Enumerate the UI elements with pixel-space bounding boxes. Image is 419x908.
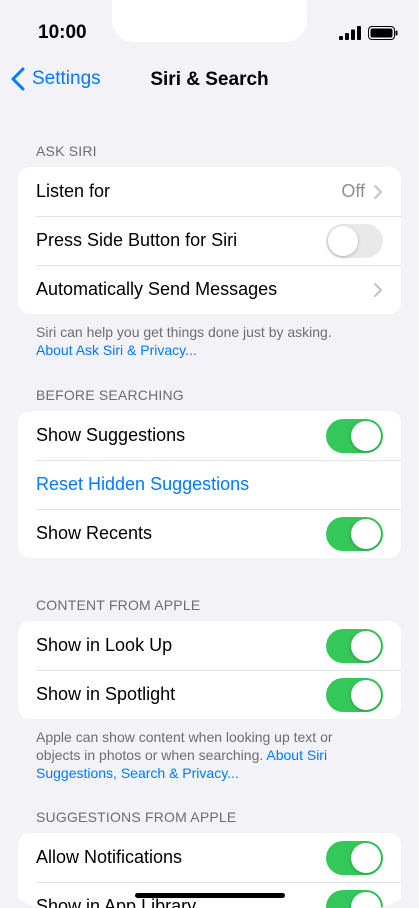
toggle-knob (328, 225, 358, 256)
show-recents-toggle[interactable] (326, 516, 383, 551)
allow-notifications-toggle[interactable] (326, 840, 383, 875)
toggle-knob (351, 679, 381, 710)
listen-for-row[interactable]: Listen for Off (18, 167, 401, 216)
show-recents-row: Show Recents (18, 509, 401, 558)
show-in-look-up-row: Show in Look Up (18, 621, 401, 670)
row-label: Allow Notifications (36, 847, 183, 867)
toggle-knob (351, 842, 381, 873)
battery-icon (368, 26, 398, 40)
page-title: Siri & Search (150, 69, 269, 90)
ask-siri-group: Listen for Off Press Side Button for Sir… (18, 167, 401, 314)
show-in-look-up-toggle[interactable] (326, 628, 383, 663)
show-suggestions-toggle[interactable] (326, 418, 383, 453)
ask-siri-footer: Siri can help you get things done just b… (36, 323, 376, 359)
footer-text: Siri can help you get things done just b… (36, 324, 332, 340)
press-side-button-toggle[interactable] (326, 223, 383, 258)
cellular-signal-icon (339, 26, 361, 40)
device-screen: 10:00 Settings Siri & Search ASK SIRI Li… (0, 0, 419, 908)
row-value: Off (341, 181, 365, 201)
row-label: Press Side Button for Siri (36, 230, 238, 250)
before-searching-group: Show Suggestions Reset Hidden Suggestion… (18, 411, 401, 558)
content-from-apple-group: Show in Look Up Show in Spotlight (18, 621, 401, 719)
reset-hidden-suggestions-row[interactable]: Reset Hidden Suggestions (18, 460, 401, 509)
toggle-knob (351, 420, 381, 451)
chevron-right-icon (374, 282, 382, 297)
allow-notifications-row: Allow Notifications (18, 833, 401, 882)
reset-hidden-suggestions-button[interactable]: Reset Hidden Suggestions (36, 474, 383, 495)
toggle-knob (351, 630, 381, 661)
section-header-suggestions-from-apple: SUGGESTIONS FROM APPLE (36, 809, 237, 825)
show-in-spotlight-toggle[interactable] (326, 677, 383, 712)
toggle-knob (351, 891, 381, 908)
status-time: 10:00 (38, 22, 87, 43)
auto-send-messages-row[interactable]: Automatically Send Messages (18, 265, 401, 314)
show-in-app-library-toggle[interactable] (326, 889, 383, 908)
show-suggestions-row: Show Suggestions (18, 411, 401, 460)
row-label: Automatically Send Messages (36, 279, 278, 299)
toggle-knob (351, 518, 381, 549)
home-indicator[interactable] (135, 893, 285, 898)
chevron-right-icon (374, 184, 382, 199)
section-header-before-searching: BEFORE SEARCHING (36, 387, 184, 403)
row-label: Show in Spotlight (36, 684, 176, 704)
content-from-apple-footer: Apple can show content when looking up t… (36, 728, 376, 782)
section-header-ask-siri: ASK SIRI (36, 143, 97, 159)
row-label: Show Recents (36, 523, 153, 543)
show-in-spotlight-row: Show in Spotlight (18, 670, 401, 719)
about-ask-siri-link[interactable]: About Ask Siri & Privacy... (36, 342, 197, 358)
row-label: Show in Look Up (36, 635, 173, 655)
press-side-button-row: Press Side Button for Siri (18, 216, 401, 265)
section-header-content-from-apple: CONTENT FROM APPLE (36, 597, 201, 613)
row-label: Show Suggestions (36, 425, 186, 445)
row-label: Listen for (36, 181, 111, 201)
notch (112, 0, 307, 42)
